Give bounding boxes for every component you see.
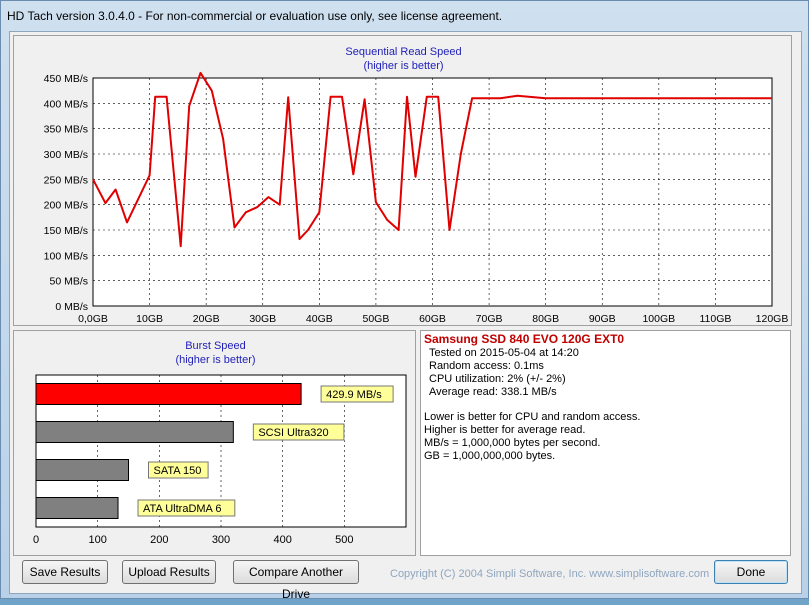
burst-speed-panel: Burst Speed (higher is better) 0 100 200 30…	[13, 330, 416, 556]
read-y-tick-label: 350 MB/s	[44, 124, 88, 136]
title-bar[interactable]: HD Tach version 3.0.4.0 - For non-commer…	[1, 1, 809, 31]
upload-results-button[interactable]: Upload Results	[122, 560, 216, 584]
read-x-tick-label: 10GB	[136, 313, 163, 325]
burst-speed-chart: 0 100 200 300 400 500 429.9 MB/s SCSI Ultra320 S…	[33, 374, 407, 546]
read-y-tick-label: 200 MB/s	[44, 200, 88, 212]
burst-bar-label: ATA UltraDMA 6	[143, 503, 221, 515]
burst-bar	[35, 459, 129, 481]
burst-x-tick-label: 400	[273, 534, 291, 546]
burst-bar-label: SCSI Ultra320	[258, 427, 328, 439]
done-button[interactable]: Done	[714, 560, 788, 584]
burst-bar	[35, 421, 234, 443]
read-plot-area	[92, 77, 773, 307]
burst-x-tick-label: 300	[212, 534, 230, 546]
info-random-access: Random access: 0.1ms	[429, 360, 544, 372]
drive-name: Samsung SSD 840 EVO 120G EXT0	[424, 332, 625, 346]
copyright-text: Copyright (C) 2004 Simpli Software, Inc.…	[390, 568, 710, 580]
note-average-read: Higher is better for average read.	[424, 424, 586, 436]
upload-results-label: Upload Results	[128, 565, 210, 579]
note-gb-definition: GB = 1,000,000,000 bytes.	[424, 450, 556, 462]
done-label: Done	[736, 565, 766, 579]
read-x-tick-label: 50GB	[362, 313, 389, 325]
sequential-read-panel: Sequential Read Speed (higher is better)…	[13, 35, 792, 326]
read-y-tick-label: 300 MB/s	[44, 149, 88, 161]
read-y-tick-label: 400 MB/s	[44, 98, 88, 110]
save-results-button[interactable]: Save Results	[22, 560, 108, 584]
read-y-tick-label: 150 MB/s	[44, 225, 88, 237]
drive-info-box: Samsung SSD 840 EVO 120G EXT0 Tested on …	[420, 330, 791, 556]
burst-x-tick-label: 100	[88, 534, 106, 546]
burst-bar-label: 429.9 MB/s	[326, 389, 382, 401]
read-x-tick-label: 120GB	[756, 313, 789, 325]
read-x-tick-label: 60GB	[419, 313, 446, 325]
info-average-read: Average read: 338.1 MB/s	[429, 386, 557, 398]
read-x-tick-label: 40GB	[306, 313, 333, 325]
burst-x-tick-label: 500	[335, 534, 353, 546]
read-x-tick-label: 80GB	[532, 313, 559, 325]
burst-x-tick-label: 200	[150, 534, 168, 546]
read-x-tick-label: 20GB	[193, 313, 220, 325]
read-x-tick-label: 0,0GB	[78, 313, 108, 325]
client-area: Sequential Read Speed (higher is better)…	[9, 31, 802, 601]
info-tested-on: Tested on 2015-05-04 at 14:20	[429, 347, 579, 359]
read-y-tick-label: 250 MB/s	[44, 174, 88, 186]
app-window: HD Tach version 3.0.4.0 - For non-commer…	[0, 0, 809, 601]
window-title: HD Tach version 3.0.4.0 - For non-commer…	[7, 9, 503, 23]
burst-x-tick-label: 0	[33, 534, 39, 546]
read-y-tick-label: 450 MB/s	[44, 73, 88, 85]
read-y-tick-label: 0 MB/s	[55, 301, 88, 313]
read-x-tick-label: 100GB	[642, 313, 675, 325]
info-cpu-utilization: CPU utilization: 2% (+/- 2%)	[429, 373, 566, 385]
burst-bar	[35, 497, 119, 519]
burst-bar-label: SATA 150	[154, 465, 202, 477]
read-x-tick-label: 70GB	[476, 313, 503, 325]
note-mbs-definition: MB/s = 1,000,000 bytes per second.	[424, 437, 601, 449]
read-x-tick-label: 30GB	[249, 313, 276, 325]
burst-bar	[35, 383, 302, 405]
note-cpu-random: Lower is better for CPU and random acces…	[424, 411, 641, 423]
save-results-label: Save Results	[29, 565, 101, 579]
compare-another-drive-label: Compare Another Drive	[248, 565, 344, 601]
read-y-tick-label: 50 MB/s	[49, 276, 88, 288]
read-x-tick-label: 90GB	[589, 313, 616, 325]
compare-another-drive-button[interactable]: Compare Another Drive	[233, 560, 359, 601]
sequential-read-chart: 450 MB/s 400 MB/s 350 MB/s 300 MB/s 250 MB/s…	[44, 71, 789, 325]
read-x-tick-label: 110GB	[699, 313, 731, 325]
read-y-tick-label: 100 MB/s	[44, 250, 88, 262]
